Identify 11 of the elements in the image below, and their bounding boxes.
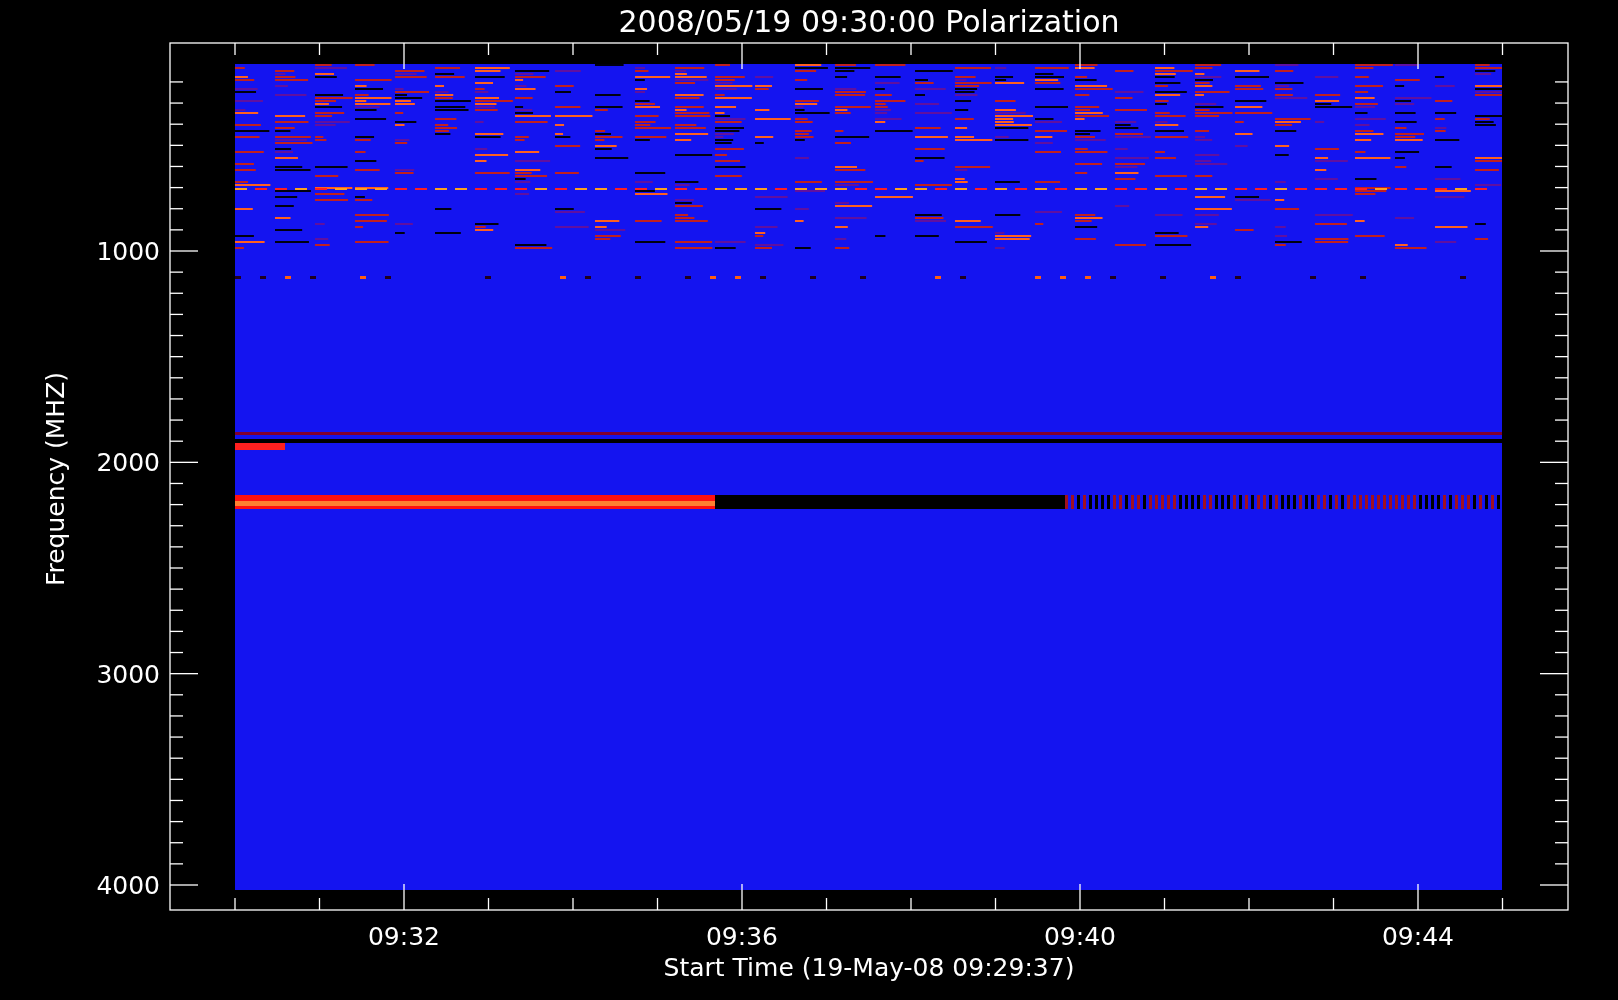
tick-label: 2000 <box>96 448 160 478</box>
tick-label: 09:44 <box>1382 922 1454 951</box>
axis-label: Start Time (19-May-08 09:29:37) <box>663 953 1075 982</box>
axis-label: Frequency (MHZ) <box>41 371 70 587</box>
tick-label: 1000 <box>96 237 160 266</box>
plot-title: 2008/05/19 09:30:00 Polarization <box>618 4 1120 39</box>
tick-label: 09:36 <box>706 922 778 951</box>
tick-label: 09:32 <box>368 922 440 951</box>
tick-label: 09:40 <box>1044 922 1116 951</box>
tick-label: 3000 <box>96 659 160 689</box>
tick-label: 4000 <box>96 871 160 900</box>
